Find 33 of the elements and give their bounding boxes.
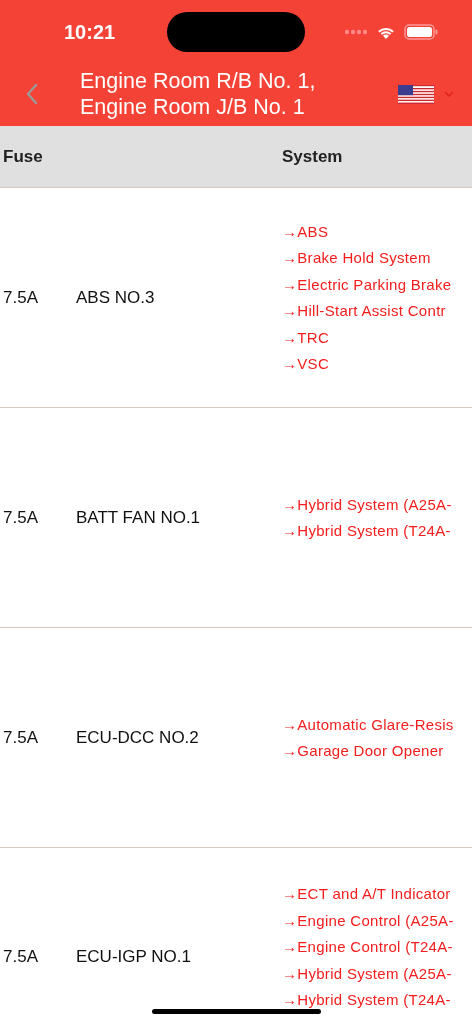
column-header: Fuse	[3, 146, 44, 167]
system-link[interactable]: →Electric Parking Brake	[282, 274, 452, 294]
fuse-name: ABS NO.3	[76, 287, 156, 308]
column-header: System	[282, 146, 343, 167]
system-link[interactable]: →Hybrid System (A25A-	[282, 963, 454, 983]
system-link[interactable]: →Automatic Glare-Resis	[282, 714, 454, 734]
system-link[interactable]: →Hybrid System (T24A-	[282, 990, 454, 1010]
dropdown-caret-icon	[444, 91, 454, 97]
language-selector[interactable]	[398, 84, 454, 104]
system-link[interactable]: →TRC	[282, 327, 452, 347]
system-link[interactable]: →Hill-Start Assist Contr	[282, 301, 452, 321]
system-link[interactable]: →Engine Control (T24A-	[282, 937, 454, 957]
battery-icon	[404, 24, 438, 40]
fuse-name: ECU-IGP NO.1	[76, 947, 192, 967]
system-link[interactable]: →ECT and A/T Indicator	[282, 884, 454, 904]
fuse-amperage: 7.5A	[3, 287, 39, 308]
fuse-amperage: 7.5A	[3, 727, 39, 748]
fuse-amperage: 7.5A	[3, 507, 39, 528]
system-link[interactable]: →ABS	[282, 221, 452, 241]
back-chevron-icon	[26, 83, 38, 105]
fuse-name: BATT FAN NO.1	[76, 507, 202, 528]
system-link[interactable]: →Brake Hold System	[282, 248, 452, 268]
screen-title: Engine Room R/B No. 1, Engine Room J/B No. 1	[80, 68, 317, 120]
system-link[interactable]: →Hybrid System (A25A-	[282, 494, 452, 514]
fuse-amperage: 7.5A	[3, 947, 39, 967]
system-link[interactable]: →Garage Door Opener	[282, 741, 454, 761]
system-link[interactable]: →Hybrid System (T24A-	[282, 521, 452, 541]
flag-icon	[398, 84, 434, 104]
fuse-name: ECU-DCC NO.2	[76, 727, 200, 748]
system-link[interactable]: →Engine Control (A25A-	[282, 910, 454, 930]
status-time: 10:21	[64, 20, 117, 44]
system-link[interactable]: →VSC	[282, 354, 452, 374]
signal-icon	[344, 29, 368, 35]
